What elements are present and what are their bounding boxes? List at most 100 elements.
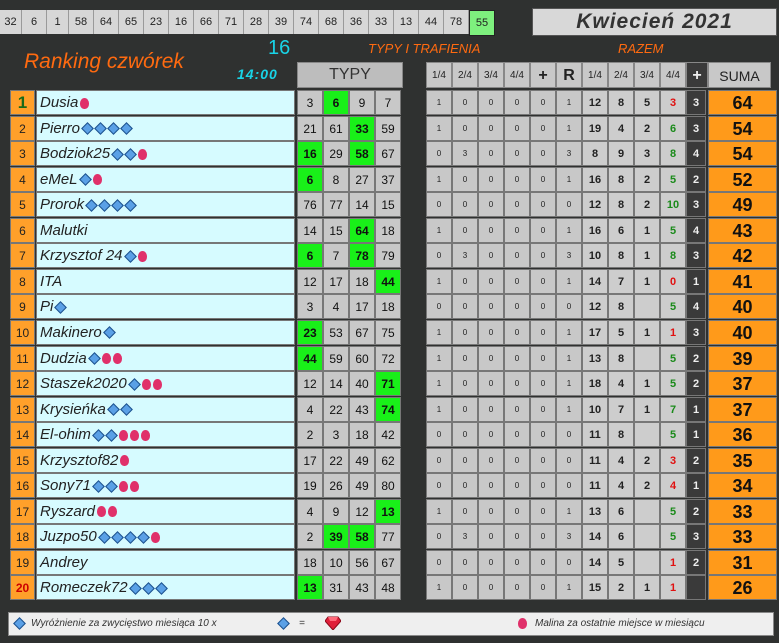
razem-cell: 14: [582, 524, 608, 550]
stat-cell: 0: [504, 319, 530, 345]
stat-cell: 0: [452, 268, 478, 294]
razem-cell: 2: [608, 575, 634, 601]
drawn-number: 64: [94, 10, 119, 34]
numbers-bar: 32 6 1 58 64 65 23 16 66 71 28 39 74 68 36 33 13 44 78 55: [0, 10, 530, 36]
suma-cell: 40: [708, 319, 777, 345]
stat-cell: 0: [452, 345, 478, 371]
razem-cell: 6: [608, 498, 634, 524]
stat-cell: 1: [556, 319, 582, 345]
raspberry-icon: [120, 455, 130, 467]
stat-cell: 0: [556, 549, 582, 575]
column-header: +: [686, 62, 708, 88]
stat-cell: 0: [504, 498, 530, 524]
stat-cell: 0: [530, 141, 556, 167]
razem-cell: 16: [582, 166, 608, 192]
stat-cell: 0: [452, 294, 478, 320]
drawn-number: 78: [444, 10, 469, 34]
suma-cell: 40: [708, 294, 777, 320]
rank-cell: 8: [10, 268, 35, 294]
razem-cell: 9: [608, 141, 634, 167]
diamond-icon: [120, 122, 133, 135]
stat-cell: 1: [556, 345, 582, 371]
razem-cell: 5: [660, 166, 686, 192]
stat-cell: 1: [426, 498, 452, 524]
typ-cell: 2: [297, 422, 323, 448]
razem-cell: 3: [634, 141, 660, 167]
typ-cell: 26: [323, 473, 349, 499]
diamond-icon: [98, 198, 112, 212]
razem-cell: 12: [582, 192, 608, 218]
stat-cell: 0: [530, 524, 556, 550]
razem-cell: 1: [634, 217, 660, 243]
stat-cell: 3: [556, 141, 582, 167]
suma-cell: 42: [708, 243, 777, 269]
raspberry-icon: [137, 250, 147, 262]
raspberry-icon: [101, 353, 111, 365]
drawn-number: 36: [344, 10, 369, 34]
diamond-icon: [13, 616, 26, 630]
plus-cell: 2: [686, 447, 706, 473]
razem-cell: 3: [660, 447, 686, 473]
raspberry-icon: [118, 480, 128, 492]
stat-cell: 0: [504, 141, 530, 167]
stat-cell: 0: [504, 345, 530, 371]
typ-cell: 8: [323, 166, 349, 192]
typ-cell: 16: [297, 141, 323, 167]
stat-cell: 0: [530, 345, 556, 371]
stat-cell: 1: [426, 268, 452, 294]
stat-cell: 0: [426, 422, 452, 448]
suma-cell: 43: [708, 217, 777, 243]
razem-cell: 10: [660, 192, 686, 218]
typ-cell: 29: [323, 141, 349, 167]
typ-cell: 6: [297, 243, 323, 269]
suma-cell: 37: [708, 396, 777, 422]
typ-cell: 33: [349, 115, 375, 141]
razem-cell: 4: [608, 115, 634, 141]
stat-cell: 0: [452, 549, 478, 575]
stat-cell: 0: [452, 371, 478, 397]
stat-cell: 1: [426, 345, 452, 371]
suma-cell: 33: [708, 524, 777, 550]
stat-cell: 1: [556, 268, 582, 294]
razem-cell: 15: [582, 575, 608, 601]
raspberry-icon: [517, 618, 528, 629]
plus-cell: 3: [686, 192, 706, 218]
typ-cell: 49: [349, 447, 375, 473]
rank-cell: 13: [10, 396, 35, 422]
typ-cell: 17: [349, 294, 375, 320]
razem-cell: 5: [660, 294, 686, 320]
typ-cell: 77: [323, 192, 349, 218]
column-header: 4/4: [504, 62, 530, 88]
stat-cell: 0: [504, 166, 530, 192]
stat-cell: 1: [556, 575, 582, 601]
diamond-icon: [107, 122, 120, 135]
diamond-icon: [111, 147, 124, 161]
raspberry-icon: [141, 378, 151, 390]
typ-cell: 18: [349, 422, 375, 448]
stat-cell: 0: [504, 422, 530, 448]
diamond-icon: [94, 122, 107, 135]
diamond-icon: [102, 326, 116, 340]
legend-diamond-text: Wyróżnienie za zwycięstwo miesiąca 10 x: [31, 618, 217, 629]
razem-cell: 3: [660, 90, 686, 115]
razem-cell: 10: [582, 396, 608, 422]
raspberry-icon: [152, 378, 162, 390]
diamond-icon: [277, 616, 290, 630]
stat-cell: 0: [478, 371, 504, 397]
column-header: 2/4: [608, 62, 634, 88]
stat-cell: 0: [426, 447, 452, 473]
typ-cell: 9: [349, 90, 375, 115]
stat-cell: 1: [556, 371, 582, 397]
typ-cell: 14: [323, 371, 349, 397]
stat-cell: 0: [556, 294, 582, 320]
drawn-number: 65: [119, 10, 144, 34]
stat-cell: 0: [478, 115, 504, 141]
razem-cell: 6: [608, 524, 634, 550]
razem-cell: 19: [582, 115, 608, 141]
suma-cell: 33: [708, 498, 777, 524]
stat-cell: 0: [452, 396, 478, 422]
typ-cell: 79: [375, 243, 401, 269]
stat-cell: 0: [504, 294, 530, 320]
typ-cell: 53: [323, 319, 349, 345]
typ-cell: 10: [323, 549, 349, 575]
